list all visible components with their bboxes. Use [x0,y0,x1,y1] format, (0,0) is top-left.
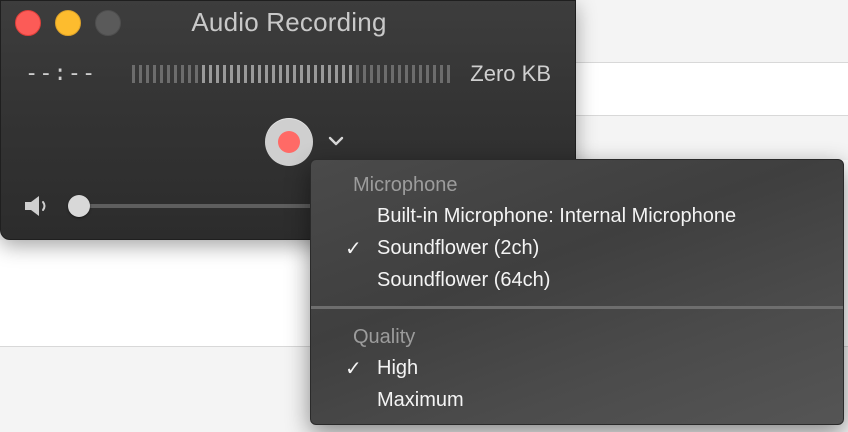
meter-tick [286,65,289,83]
meter-tick [335,65,338,83]
record-button[interactable] [265,118,313,166]
speaker-icon [25,196,46,216]
meter-tick [307,65,310,83]
meter-tick [440,65,443,83]
record-dot-icon [278,131,300,153]
meter-tick [419,65,422,83]
meter-tick [195,65,198,83]
meter-tick [230,65,233,83]
menu-item-label: Soundflower (64ch) [377,269,551,291]
volume-slider-knob[interactable] [68,195,90,217]
meter-tick [132,65,135,83]
meter-tick [209,65,212,83]
meter-tick [356,65,359,83]
meter-tick [370,65,373,83]
menu-item-label: Built-in Microphone: Internal Microphone [377,205,737,227]
meter-tick [237,65,240,83]
meter-tick [405,65,408,83]
level-meter [132,65,450,83]
meter-tick [181,65,184,83]
meter-tick [398,65,401,83]
window-title: Audio Recording [191,7,387,37]
meter-tick [251,65,254,83]
meter-tick [342,65,345,83]
meter-tick [216,65,219,83]
menu-item-soundflower-64ch[interactable]: Soundflower (64ch) [311,265,843,297]
meter-tick [174,65,177,83]
checkmark-icon: ✓ [345,358,362,380]
meter-tick [265,65,268,83]
meter-tick [139,65,142,83]
meter-tick [314,65,317,83]
menu-item-label: Soundflower (2ch) [377,237,540,259]
meter-tick [167,65,170,83]
menu-item-builtin-microphone[interactable]: Built-in Microphone: Internal Microphone [311,201,843,233]
meter-tick [279,65,282,83]
meter-tick [293,65,296,83]
menu-separator [311,306,843,309]
meter-tick [391,65,394,83]
meter-tick [412,65,415,83]
meter-tick [160,65,163,83]
menu-item-quality-maximum[interactable]: Maximum [311,385,843,417]
menu-item-quality-high[interactable]: ✓ High [311,353,843,385]
file-size: Zero KB [470,61,551,86]
menu-item-label: Maximum [377,389,464,411]
meter-tick [384,65,387,83]
meter-tick [202,65,205,83]
meter-tick [447,65,450,83]
meter-tick [363,65,366,83]
menu-header-microphone: Microphone [353,174,458,196]
menu-item-soundflower-2ch[interactable]: ✓ Soundflower (2ch) [311,233,843,265]
meter-tick [433,65,436,83]
meter-tick [272,65,275,83]
meter-tick [244,65,247,83]
meter-tick [258,65,261,83]
meter-tick [377,65,380,83]
meter-tick [223,65,226,83]
elapsed-time: --:-- [25,61,97,86]
checkmark-icon: ✓ [345,238,362,260]
meter-tick [300,65,303,83]
chevron-down-icon[interactable] [327,135,345,147]
meter-tick [153,65,156,83]
meter-tick [349,65,352,83]
meter-tick [426,65,429,83]
menu-item-label: High [377,357,419,379]
meter-tick [328,65,331,83]
volume-slider-track[interactable] [79,204,319,208]
meter-tick [146,65,149,83]
meter-tick [321,65,324,83]
input-options-menu: Microphone Built-in Microphone: Internal… [310,159,844,425]
background-field [560,62,848,116]
menu-header-quality: Quality [353,326,416,348]
meter-tick [188,65,191,83]
